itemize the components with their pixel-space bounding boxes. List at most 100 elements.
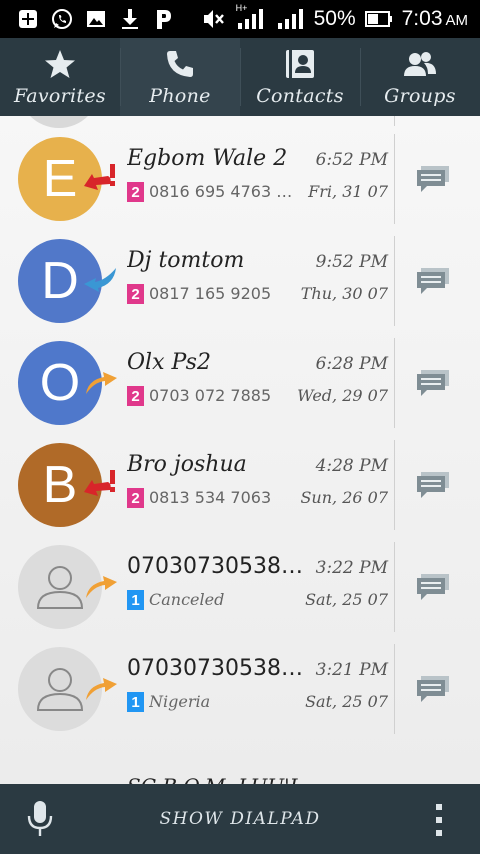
tab-label: Contacts <box>256 85 344 107</box>
contact-card-icon <box>284 47 316 81</box>
outgoing-call-icon <box>86 372 117 394</box>
tab-label: Phone <box>149 85 211 107</box>
sim-badge: 1 <box>127 692 144 712</box>
contact-name: Bro joshua <box>127 452 247 477</box>
message-button[interactable] <box>404 666 464 712</box>
contact-name: Dj tomtom <box>127 248 245 273</box>
divider <box>394 542 395 632</box>
call-date: Sat, 25 07 <box>305 692 388 711</box>
contact-name: 07030730538*... <box>127 554 307 579</box>
message-button[interactable] <box>404 564 464 610</box>
message-icon <box>417 472 449 498</box>
battery-icon <box>364 7 394 31</box>
voice-search-button[interactable] <box>22 800 58 838</box>
overflow-menu-button[interactable] <box>424 802 454 838</box>
call-location: Nigeria <box>149 692 211 711</box>
missed-call-icon <box>84 164 115 190</box>
overflow-menu-icon <box>436 804 442 836</box>
group-icon <box>402 47 438 81</box>
message-button[interactable] <box>404 258 464 304</box>
outgoing-call-icon <box>86 576 117 598</box>
phone-icon <box>164 47 196 81</box>
call-log-row[interactable]: 07030730538*... 3:22 PM 1 Canceled Sat, … <box>0 536 480 638</box>
bottom-action-bar: SHOW DIALPAD <box>0 784 480 854</box>
phone-number: 0703 072 7885 <box>149 386 272 405</box>
sim-badge: 2 <box>127 488 144 508</box>
call-date: Fri, 31 07 <box>308 182 388 201</box>
call-date: Wed, 29 07 <box>297 386 388 405</box>
call-log-row[interactable]: O Olx Ps2 6:28 PM 2 0703 072 7885 Wed, 2… <box>0 332 480 434</box>
battery-percent: 50% <box>313 7 356 30</box>
clock-time: 7:03 <box>401 7 443 30</box>
call-date: Sat, 25 07 <box>305 590 388 609</box>
gallery-icon <box>84 7 108 31</box>
call-log-row[interactable]: D Dj tomtom 9:52 PM 2 0817 165 9205 Thu,… <box>0 230 480 332</box>
message-button[interactable] <box>404 462 464 508</box>
message-button[interactable] <box>404 156 464 202</box>
mute-icon <box>202 7 226 31</box>
tab-favorites[interactable]: Favorites <box>0 38 120 116</box>
sim-badge: 2 <box>127 182 144 202</box>
system-status: H+ 50% 7:03 AM <box>202 0 468 38</box>
network-type-label: H+ <box>235 3 248 13</box>
default-contact-icon <box>36 566 84 609</box>
download-icon <box>118 7 142 31</box>
phone-number: 0813 534 7063 <box>149 488 272 507</box>
divider <box>394 236 395 326</box>
divider <box>394 116 395 126</box>
sim-badge: 1 <box>127 590 144 610</box>
divider <box>394 644 395 734</box>
call-log-row[interactable]: E Egbom Wale 2 6:52 PM 2 0816 695 4763 M… <box>0 128 480 230</box>
call-time: 3:22 PM <box>315 558 388 578</box>
tab-bar: Favorites Phone Contacts Groups <box>0 38 480 116</box>
avatar <box>18 116 100 128</box>
call-date: Sun, 26 07 <box>300 488 388 507</box>
tab-label: Favorites <box>14 85 106 107</box>
notification-icons <box>16 7 176 31</box>
missed-call-icon <box>84 470 115 496</box>
contact-name: Egbom Wale 2 <box>127 146 288 171</box>
whatsapp-icon <box>50 7 74 31</box>
call-time: 9:52 PM <box>315 252 388 272</box>
outgoing-call-icon <box>86 678 117 700</box>
tab-contacts[interactable]: Contacts <box>240 38 360 116</box>
default-contact-icon <box>36 668 84 711</box>
tab-groups[interactable]: Groups <box>360 38 480 116</box>
star-icon <box>44 47 76 81</box>
call-time: 4:28 PM <box>315 456 388 476</box>
tab-phone[interactable]: Phone <box>120 38 240 116</box>
incoming-call-icon <box>84 268 116 292</box>
tab-label: Groups <box>384 85 456 107</box>
message-icon <box>417 166 449 192</box>
phone-number: 0817 165 9205 <box>149 284 272 303</box>
signal-icon <box>276 7 306 31</box>
sim-badge: 2 <box>127 284 144 304</box>
contact-name: Olx Ps2 <box>127 350 211 375</box>
call-log-row[interactable]: B Bro joshua 4:28 PM 2 0813 534 7063 Sun… <box>0 434 480 536</box>
message-icon <box>417 676 449 702</box>
status-bar: H+ 50% 7:03 AM <box>0 0 480 38</box>
call-date: Thu, 30 07 <box>300 284 388 303</box>
divider <box>394 338 395 428</box>
contact-name: 07030730538#... <box>127 656 307 681</box>
message-button[interactable] <box>404 360 464 406</box>
microphone-icon <box>27 801 53 836</box>
message-icon <box>417 370 449 396</box>
show-dialpad-button[interactable]: SHOW DIALPAD <box>120 784 360 854</box>
contact-name: SC B.O.M. LUU'L <box>127 774 307 784</box>
divider <box>394 134 395 224</box>
add-icon <box>16 7 40 31</box>
call-time: 3:21 PM <box>315 660 388 680</box>
call-log-list[interactable]: E Egbom Wale 2 6:52 PM 2 0816 695 4763 M… <box>0 116 480 784</box>
signal-icon: H+ <box>234 3 268 31</box>
p-app-icon <box>152 7 176 31</box>
call-log-row[interactable]: 07030730538#... 3:21 PM 1 Nigeria Sat, 2… <box>0 638 480 740</box>
call-time: 6:28 PM <box>315 354 388 374</box>
message-icon <box>417 268 449 294</box>
clock: 7:03 AM <box>402 7 468 31</box>
divider <box>394 440 395 530</box>
call-status: Canceled <box>149 590 225 609</box>
call-time: 6:52 PM <box>315 150 388 170</box>
message-icon <box>417 574 449 600</box>
clock-ampm: AM <box>445 12 469 29</box>
